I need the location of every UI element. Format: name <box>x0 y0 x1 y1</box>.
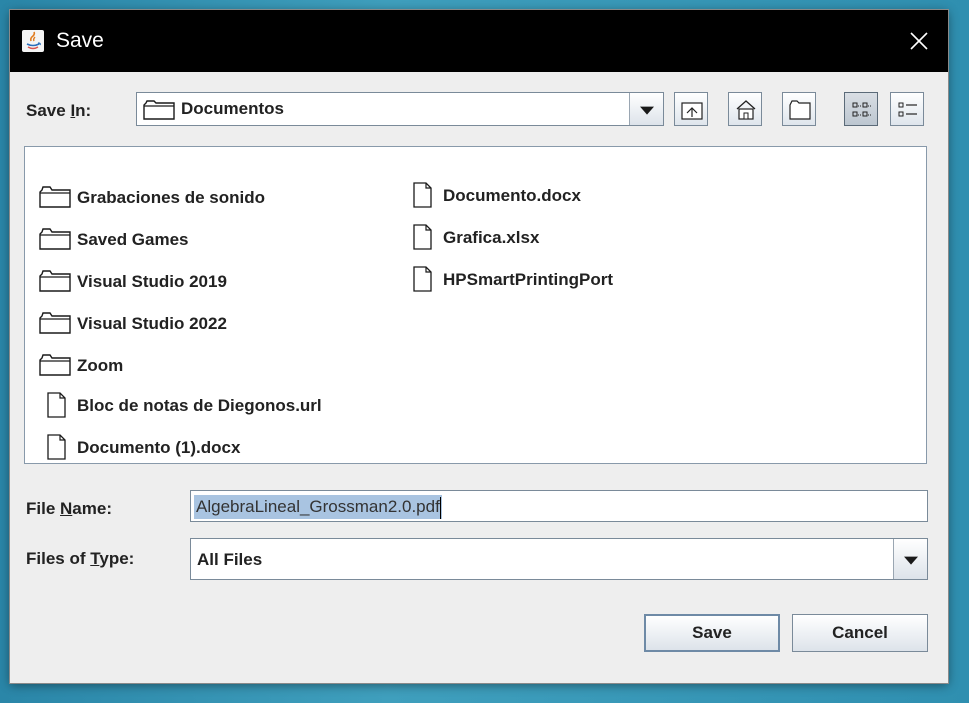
home-button[interactable] <box>728 92 762 126</box>
up-one-level-button[interactable] <box>674 92 708 126</box>
window-title: Save <box>56 29 104 52</box>
title-bar: Save <box>10 10 948 72</box>
list-item[interactable]: Grabaciones de sonido <box>39 185 369 211</box>
save-in-value: Documentos <box>181 99 284 118</box>
cancel-button[interactable]: Cancel <box>792 614 928 652</box>
files-of-type-dropdown-button[interactable] <box>893 539 927 579</box>
save-in-label: Save In: <box>26 101 92 120</box>
list-item[interactable]: Documento (1).docx <box>39 434 369 461</box>
folder-icon <box>39 354 71 376</box>
file-name-input[interactable]: AlgebraLineal_Grossman2.0.pdf <box>190 490 928 522</box>
up-folder-icon <box>681 102 703 120</box>
file-icon <box>47 392 66 418</box>
folder-icon <box>143 100 175 120</box>
close-icon <box>910 32 928 50</box>
java-icon <box>22 30 44 52</box>
list-item[interactable]: Bloc de notas de Diegonos.url <box>39 392 409 419</box>
file-icon <box>413 182 432 208</box>
list-item[interactable]: Documento.docx <box>405 182 705 209</box>
file-name-label: Grabaciones de sonido <box>77 188 265 207</box>
files-of-type-combo[interactable]: All Files <box>190 538 928 580</box>
chevron-down-icon <box>639 106 654 115</box>
list-view-button[interactable] <box>844 92 878 126</box>
file-icon <box>413 224 432 250</box>
file-icon <box>413 266 432 292</box>
close-button[interactable] <box>902 24 936 58</box>
file-name-selected-text: AlgebraLineal_Grossman2.0.pdf <box>194 495 442 519</box>
file-name-label: Grafica.xlsx <box>443 228 540 247</box>
file-name-label: Visual Studio 2019 <box>77 272 227 291</box>
files-of-type-value: All Files <box>197 550 263 569</box>
list-item[interactable]: Saved Games <box>39 227 369 253</box>
list-item[interactable]: Visual Studio 2022 <box>39 311 369 337</box>
home-icon <box>736 100 756 120</box>
file-icon <box>47 434 66 460</box>
save-button[interactable]: Save <box>644 614 780 652</box>
new-folder-button[interactable] <box>782 92 816 126</box>
details-view-icon <box>898 102 917 117</box>
file-name-label: Zoom <box>77 356 124 375</box>
file-name-label: Documento.docx <box>443 186 581 205</box>
list-item[interactable]: HPSmartPrintingPort <box>405 266 705 293</box>
save-in-dropdown-button[interactable] <box>629 93 663 125</box>
list-view-icon <box>852 102 871 117</box>
folder-icon <box>39 228 71 250</box>
new-folder-icon <box>789 100 811 120</box>
file-name-label: Documento (1).docx <box>77 438 241 457</box>
list-item[interactable]: Zoom <box>39 353 369 379</box>
details-view-button[interactable] <box>890 92 924 126</box>
folder-icon <box>39 186 71 208</box>
folder-icon <box>39 270 71 292</box>
files-of-type-label: Files of Type: <box>26 549 135 568</box>
folder-icon <box>39 312 71 334</box>
file-name-label: File Name: <box>26 499 112 518</box>
list-item[interactable]: Visual Studio 2019 <box>39 269 369 295</box>
chevron-down-icon <box>903 556 918 565</box>
file-name-label: Bloc de notas de Diegonos.url <box>77 396 322 415</box>
list-item[interactable]: Grafica.xlsx <box>405 224 705 251</box>
text-caret <box>439 496 441 519</box>
file-list[interactable]: Grabaciones de sonido Saved Games Visual… <box>24 146 927 464</box>
file-name-label: Saved Games <box>77 230 189 249</box>
file-name-label: HPSmartPrintingPort <box>443 270 614 289</box>
file-name-label: Visual Studio 2022 <box>77 314 227 333</box>
save-in-combo[interactable]: Documentos <box>136 92 664 126</box>
save-dialog: Save Save In: Documentos Grabaciones de … <box>10 10 948 683</box>
